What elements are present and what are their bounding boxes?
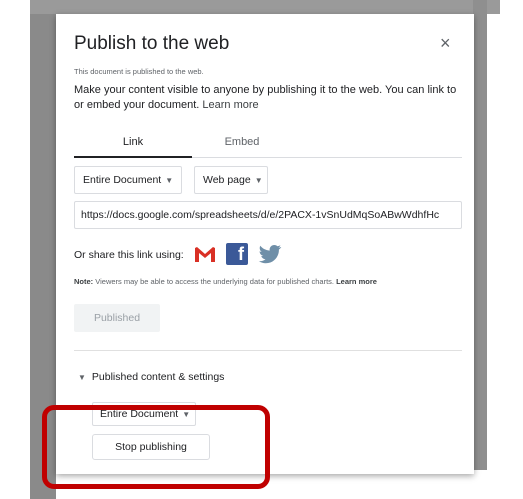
active-tab-indicator [74, 156, 192, 158]
dialog-title: Publish to the web [74, 33, 230, 54]
close-icon[interactable]: × [440, 33, 451, 54]
note-learn-more-link[interactable]: Learn more [336, 277, 377, 286]
description-text: Make your content visible to anyone by p… [74, 84, 457, 111]
format-select[interactable]: Web page ▼ [194, 166, 268, 194]
publish-url-field[interactable]: https://docs.google.com/spreadsheets/d/e… [74, 201, 462, 229]
tab-bar: Link Embed [74, 132, 462, 158]
note-prefix: Note: [74, 277, 94, 286]
dialog-description: Make your content visible to anyone by p… [74, 83, 466, 113]
stop-publishing-button[interactable]: Stop publishing [92, 434, 210, 460]
settings-toggle-label: Published content & settings [91, 371, 225, 383]
share-label: Or share this link using: [74, 249, 184, 261]
background-left-edge [30, 0, 56, 499]
note-text: Viewers may be able to access the underl… [93, 277, 337, 286]
gmail-icon[interactable] [193, 244, 217, 264]
published-status-note: This document is published to the web. [74, 67, 204, 76]
chevron-down-icon: ▼ [254, 176, 263, 185]
chevron-down-icon: ▼ [165, 176, 174, 185]
publish-dialog: Publish to the web × This document is pu… [56, 14, 474, 474]
background-top-edge [30, 0, 500, 14]
chevron-down-icon: ▼ [182, 410, 191, 419]
document-select-value: Entire Document [83, 174, 162, 186]
published-content-settings-toggle[interactable]: ▼ Published content & settings [78, 371, 224, 383]
published-content-select-value: Entire Document [100, 408, 179, 420]
tab-link[interactable]: Link [74, 136, 192, 148]
tab-embed[interactable]: Embed [192, 136, 292, 148]
published-content-select[interactable]: Entire Document ▼ [92, 402, 196, 426]
published-button: Published [74, 304, 160, 332]
caret-down-icon: ▼ [78, 373, 86, 382]
facebook-icon[interactable]: f [226, 243, 248, 265]
twitter-icon[interactable] [258, 243, 282, 265]
background-right-edge [473, 0, 487, 470]
format-select-value: Web page [203, 174, 251, 186]
section-divider [74, 350, 462, 351]
learn-more-link[interactable]: Learn more [202, 99, 258, 111]
document-select[interactable]: Entire Document ▼ [74, 166, 182, 194]
viewer-data-note: Note: Viewers may be able to access the … [74, 277, 466, 286]
